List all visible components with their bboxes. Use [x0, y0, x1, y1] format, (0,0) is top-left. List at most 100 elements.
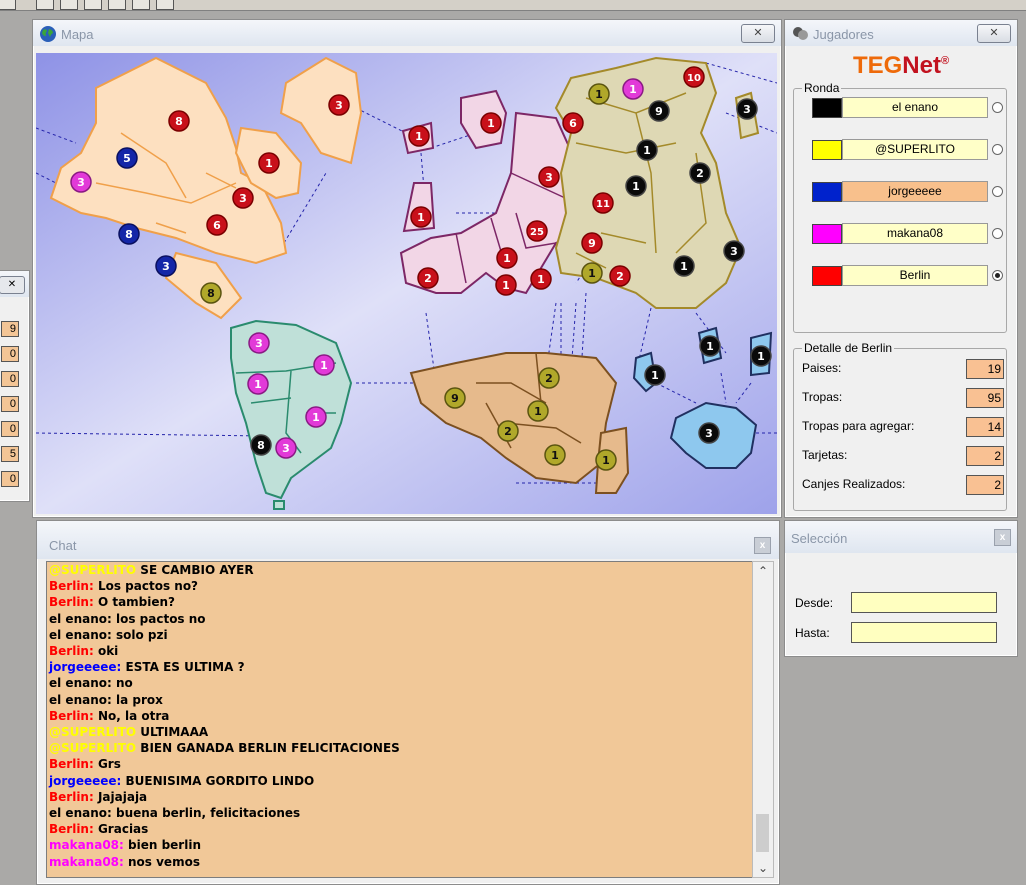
army-marker[interactable]: 9 — [648, 100, 670, 122]
army-marker[interactable]: 1 — [530, 268, 552, 290]
army-marker[interactable]: 3 — [538, 166, 560, 188]
chat-message: makana08: nos vemos — [47, 854, 753, 870]
army-marker[interactable]: 3 — [736, 98, 758, 120]
army-marker[interactable]: 1 — [636, 139, 658, 161]
chat-text: los pactos no — [111, 611, 206, 626]
army-marker[interactable]: 3 — [698, 422, 720, 444]
army-marker[interactable]: 1 — [625, 175, 647, 197]
army-marker[interactable]: 2 — [538, 367, 560, 389]
army-marker[interactable]: 1 — [247, 373, 269, 395]
to-label: Hasta: — [795, 626, 830, 640]
scroll-down-icon[interactable]: ⌄ — [753, 861, 773, 875]
army-marker[interactable]: 5 — [116, 147, 138, 169]
army-marker[interactable]: 3 — [70, 171, 92, 193]
army-marker[interactable]: 1 — [588, 83, 610, 105]
army-marker[interactable]: 8 — [200, 282, 222, 304]
scroll-up-icon[interactable]: ⌃ — [753, 564, 773, 578]
army-marker[interactable]: 3 — [723, 240, 745, 262]
player-radio[interactable] — [992, 228, 1003, 239]
toolbar-button[interactable] — [108, 0, 126, 10]
selection-close-button[interactable]: x — [994, 529, 1011, 546]
close-icon[interactable]: ✕ — [0, 276, 25, 294]
army-marker[interactable]: 8 — [118, 223, 140, 245]
army-marker[interactable]: 3 — [232, 187, 254, 209]
toolbar-button[interactable] — [36, 0, 54, 10]
army-marker[interactable]: 1 — [595, 449, 617, 471]
chat-text: nos vemos — [123, 854, 200, 869]
to-field[interactable] — [851, 622, 997, 643]
left-panel-value: 0 — [1, 396, 19, 412]
army-marker[interactable]: 1 — [673, 255, 695, 277]
army-marker[interactable]: 1 — [699, 335, 721, 357]
chat-window: Chat x @SUPERLITO SE CAMBIO AYER Berlin: … — [36, 520, 780, 885]
army-count: 2 — [424, 272, 432, 285]
players-close-button[interactable]: ✕ — [977, 24, 1011, 43]
army-count: 8 — [125, 228, 133, 241]
chat-text: O tambien? — [93, 595, 176, 610]
chat-text: Grs — [93, 757, 121, 772]
army-marker[interactable]: 1 — [258, 152, 280, 174]
army-count: 1 — [537, 273, 545, 286]
player-radio[interactable] — [992, 102, 1003, 113]
chat-log[interactable]: @SUPERLITO SE CAMBIO AYER Berlin: Los pac… — [46, 561, 754, 878]
player-radio[interactable] — [992, 186, 1003, 197]
army-marker[interactable]: 3 — [275, 437, 297, 459]
army-marker[interactable]: 9 — [444, 387, 466, 409]
army-marker[interactable]: 25 — [526, 220, 548, 242]
left-panel-value: 0 — [1, 471, 19, 487]
player-radio[interactable] — [992, 144, 1003, 155]
army-marker[interactable]: 6 — [562, 112, 584, 134]
detail-value: 95 — [966, 388, 1004, 408]
toolbar-button[interactable] — [132, 0, 150, 10]
army-marker[interactable]: 8 — [250, 434, 272, 456]
scroll-thumb[interactable] — [756, 814, 769, 852]
world-map[interactable]: 835 133683831118 3111231251 161192119103112… — [36, 53, 777, 514]
army-marker[interactable]: 3 — [155, 255, 177, 277]
army-marker[interactable]: 1 — [544, 444, 566, 466]
chat-author: jorgeeeee: — [49, 773, 122, 788]
army-marker[interactable]: 10 — [683, 66, 705, 88]
army-marker[interactable]: 1 — [527, 400, 549, 422]
army-marker[interactable]: 1 — [480, 112, 502, 134]
chat-text: ULTIMAAA — [136, 725, 209, 740]
army-marker[interactable]: 6 — [206, 214, 228, 236]
army-marker[interactable]: 9 — [581, 232, 603, 254]
army-marker[interactable]: 1 — [495, 274, 517, 296]
army-marker[interactable]: 1 — [410, 206, 432, 228]
army-marker[interactable]: 1 — [750, 345, 772, 367]
player-radio[interactable] — [992, 270, 1003, 281]
army-marker[interactable]: 2 — [497, 420, 519, 442]
army-marker[interactable]: 3 — [248, 332, 270, 354]
toolbar-button[interactable] — [156, 0, 174, 10]
army-marker[interactable]: 8 — [168, 110, 190, 132]
army-marker[interactable]: 1 — [496, 247, 518, 269]
army-marker[interactable]: 1 — [581, 262, 603, 284]
chat-scrollbar[interactable]: ⌃ ⌄ — [752, 561, 774, 878]
army-marker[interactable]: 11 — [592, 192, 614, 214]
army-count: 25 — [530, 227, 544, 238]
army-marker[interactable]: 1 — [313, 354, 335, 376]
detail-label: Tarjetas: — [802, 448, 848, 462]
army-marker[interactable]: 2 — [417, 267, 439, 289]
army-marker[interactable]: 1 — [644, 364, 666, 386]
toolbar-button[interactable] — [60, 0, 78, 10]
from-field[interactable] — [851, 592, 997, 613]
army-count: 8 — [175, 115, 183, 128]
chat-author: el enano: — [49, 676, 112, 691]
army-marker[interactable]: 1 — [622, 78, 644, 100]
army-marker[interactable]: 1 — [305, 406, 327, 428]
army-marker[interactable]: 3 — [328, 94, 350, 116]
map-close-button[interactable]: ✕ — [741, 24, 775, 43]
detail-value: 19 — [966, 359, 1004, 379]
army-marker[interactable]: 1 — [408, 125, 430, 147]
army-marker[interactable]: 2 — [609, 265, 631, 287]
chat-message: Berlin: O tambien? — [47, 594, 753, 610]
detail-label: Canjes Realizados: — [802, 477, 906, 491]
map-title: Mapa — [61, 27, 94, 42]
army-marker[interactable]: 2 — [689, 162, 711, 184]
chat-message: el enano: los pactos no — [47, 611, 753, 627]
toolbar-button[interactable] — [84, 0, 102, 10]
toolbar-button[interactable] — [0, 0, 16, 10]
chat-close-button[interactable]: x — [754, 537, 771, 554]
player-row: Berlin — [812, 265, 1003, 286]
